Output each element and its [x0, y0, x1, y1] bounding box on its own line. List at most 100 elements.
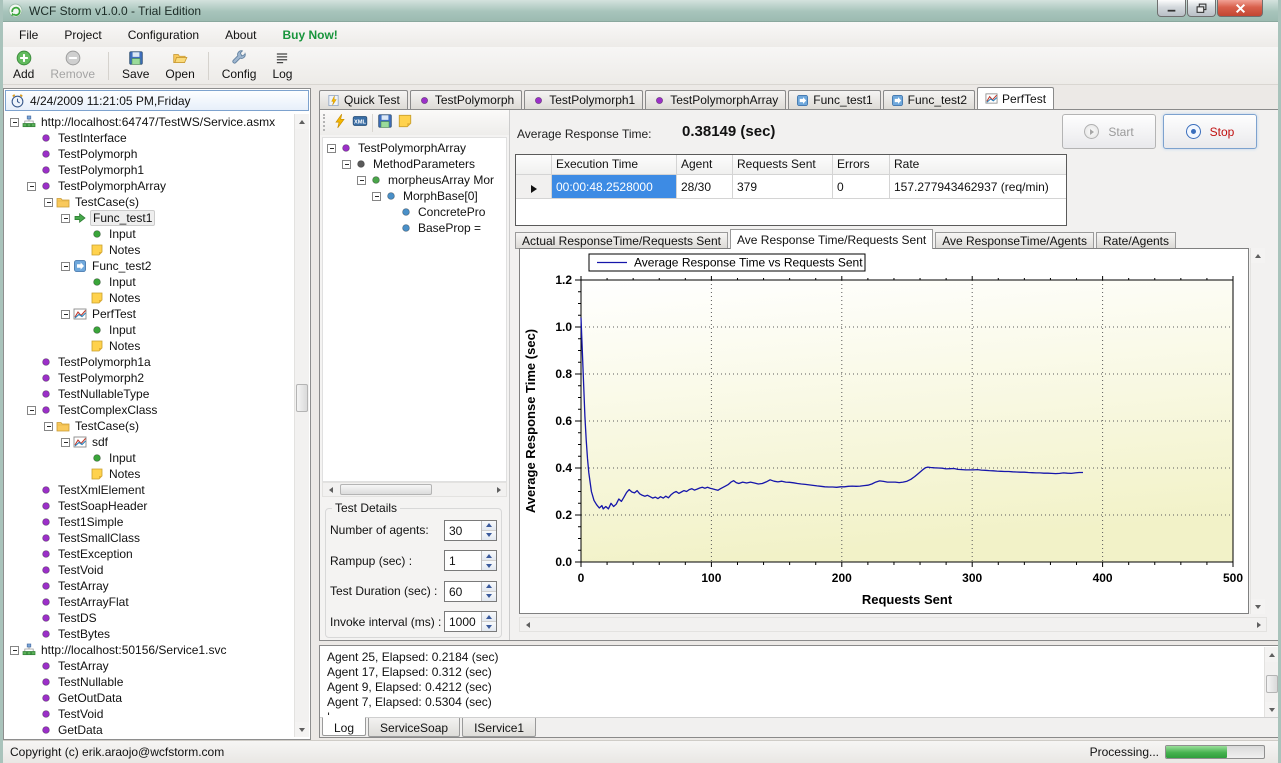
- tree-item-testsoapheader[interactable]: TestSoapHeader: [6, 498, 293, 514]
- number-of-agents-input[interactable]: 30: [444, 520, 497, 541]
- log-scrollbar[interactable]: [1264, 647, 1279, 717]
- scroll-right-icon[interactable]: [491, 483, 506, 496]
- grid-column-header-agent[interactable]: Agent: [677, 155, 733, 175]
- scroll-thumb[interactable]: [340, 484, 432, 495]
- save-button[interactable]: [377, 113, 393, 132]
- tree-expander-icon[interactable]: [27, 182, 36, 191]
- invoke-interval-ms-input[interactable]: 1000: [444, 611, 497, 632]
- grid-column-header-requests-sent[interactable]: Requests Sent: [733, 155, 833, 175]
- tree-item-testpolymorph1[interactable]: TestPolymorph1: [6, 162, 293, 178]
- menu-item-configuration[interactable]: Configuration: [115, 24, 212, 46]
- tree-item-testcase-s[interactable]: TestCase(s): [6, 194, 293, 210]
- tree-expander-icon[interactable]: [61, 438, 70, 447]
- menu-item-about[interactable]: About: [212, 24, 269, 46]
- log-tab-iservice1[interactable]: IService1: [462, 718, 536, 737]
- scroll-up-icon[interactable]: [1251, 248, 1265, 263]
- tree-item-http-localhost-50156-service1-svc[interactable]: http://localhost:50156/Service1.svc: [6, 642, 293, 658]
- scroll-up-icon[interactable]: [295, 114, 309, 129]
- grid-cell[interactable]: 157.277943462937 (req/min): [890, 175, 1067, 199]
- grid-cell[interactable]: 00:00:48.2528000: [552, 175, 677, 199]
- tree-item-testnullable[interactable]: TestNullable: [6, 674, 293, 690]
- log-output[interactable]: Agent 25, Elapsed: 0.2184 (sec)Agent 17,…: [327, 650, 1260, 715]
- grid-cell[interactable]: 28/30: [677, 175, 733, 199]
- menu-item-file[interactable]: File: [6, 24, 51, 46]
- tree-expander-icon[interactable]: [357, 176, 366, 185]
- add-button[interactable]: Add: [5, 49, 42, 82]
- chart-tab-ave-responsetime-agents[interactable]: Ave ResponseTime/Agents: [935, 232, 1094, 249]
- tree-item-morpheusarray-mor[interactable]: morpheusArray Mor: [323, 172, 506, 188]
- notes-button[interactable]: [397, 113, 413, 132]
- tree-item-testpolymorpharray[interactable]: TestPolymorphArray: [6, 178, 293, 194]
- tree-item-testcase-s[interactable]: TestCase(s): [6, 418, 293, 434]
- tree-expander-icon[interactable]: [10, 646, 19, 655]
- tree-expander-icon[interactable]: [44, 198, 53, 207]
- tree-item-methodparameters[interactable]: MethodParameters: [323, 156, 506, 172]
- tree-item-testarrayflat[interactable]: TestArrayFlat: [6, 594, 293, 610]
- remove-button[interactable]: Remove: [42, 49, 103, 82]
- tree-item-input[interactable]: Input: [6, 322, 293, 338]
- tree-expander-icon[interactable]: [372, 192, 381, 201]
- tree-item-testexception[interactable]: TestException: [6, 546, 293, 562]
- tree-item-morphbase-0[interactable]: MorphBase[0]: [323, 188, 506, 204]
- stop-button[interactable]: Stop: [1163, 114, 1257, 149]
- close-button[interactable]: [1217, 0, 1263, 17]
- open-button[interactable]: Open: [157, 49, 202, 82]
- grid-column-header-errors[interactable]: Errors: [833, 155, 890, 175]
- scroll-down-icon[interactable]: [1265, 702, 1279, 717]
- tree-item-testpolymorpharray[interactable]: TestPolymorphArray: [323, 140, 506, 156]
- scroll-down-icon[interactable]: [295, 722, 309, 737]
- tree-expander-icon[interactable]: [342, 160, 351, 169]
- restore-button[interactable]: [1187, 0, 1216, 17]
- rampup-sec-input[interactable]: 1: [444, 550, 497, 571]
- spin-up-button[interactable]: [482, 551, 496, 560]
- chart-tab-rate-agents[interactable]: Rate/Agents: [1096, 232, 1176, 249]
- tab-quick-test[interactable]: Quick Test: [319, 90, 408, 109]
- tree-item-input[interactable]: Input: [6, 226, 293, 242]
- tree-item-testcomplexclass[interactable]: TestComplexClass: [6, 402, 293, 418]
- scroll-up-icon[interactable]: [1265, 647, 1279, 662]
- chart-hscrollbar[interactable]: [519, 617, 1267, 632]
- scroll-down-icon[interactable]: [1251, 599, 1265, 614]
- grid-data-row[interactable]: 00:00:48.252800028/303790157.27794346293…: [516, 175, 1066, 199]
- tree-item-testvoid[interactable]: TestVoid: [6, 706, 293, 722]
- tree-item-notes[interactable]: Notes: [6, 290, 293, 306]
- tree-item-func-test1[interactable]: Func_test1: [6, 210, 293, 226]
- test-duration-sec-input[interactable]: 60: [444, 581, 497, 602]
- chart-tab-actual-responsetime-requests-sent[interactable]: Actual ResponseTime/Requests Sent: [515, 232, 728, 249]
- chart-vscrollbar[interactable]: [1250, 248, 1265, 614]
- spin-down-button[interactable]: [482, 591, 496, 601]
- tab-func-test2[interactable]: Func_test2: [883, 90, 975, 109]
- scroll-thumb[interactable]: [296, 384, 308, 412]
- tree-item-testds[interactable]: TestDS: [6, 610, 293, 626]
- lightning-button[interactable]: [332, 113, 348, 132]
- tree-item-notes[interactable]: Notes: [6, 338, 293, 354]
- tree-expander-icon[interactable]: [27, 406, 36, 415]
- chart-tab-ave-response-time-requests-sent[interactable]: Ave Response Time/Requests Sent: [730, 229, 933, 249]
- save-button[interactable]: Save: [114, 49, 157, 82]
- scroll-right-icon[interactable]: [1251, 618, 1266, 631]
- config-button[interactable]: Config: [214, 49, 265, 82]
- tree-item-testarray[interactable]: TestArray: [6, 578, 293, 594]
- spin-up-button[interactable]: [482, 612, 496, 621]
- menu-item-project[interactable]: Project: [51, 24, 114, 46]
- tree-item-baseprop[interactable]: BaseProp =: [323, 220, 506, 236]
- log-button[interactable]: Log: [264, 49, 300, 82]
- tree-item-testvoid[interactable]: TestVoid: [6, 562, 293, 578]
- tree-item-testarray[interactable]: TestArray: [6, 658, 293, 674]
- grid-cell[interactable]: 0: [833, 175, 890, 199]
- log-tab-servicesoap[interactable]: ServiceSoap: [368, 718, 460, 737]
- tree-item-testinterface[interactable]: TestInterface: [6, 130, 293, 146]
- tree-item-concretepro[interactable]: ConcretePro: [323, 204, 506, 220]
- scroll-left-icon[interactable]: [520, 618, 535, 631]
- grid-column-header-execution-time[interactable]: Execution Time: [552, 155, 677, 175]
- tree-expander-icon[interactable]: [61, 214, 70, 223]
- tab-testpolymorph1[interactable]: TestPolymorph1: [524, 90, 643, 109]
- log-tab-log[interactable]: Log: [322, 717, 366, 736]
- tree-item-input[interactable]: Input: [6, 274, 293, 290]
- scroll-thumb[interactable]: [1266, 675, 1278, 693]
- tree-expander-icon[interactable]: [327, 144, 336, 153]
- tree-item-testxmlelement[interactable]: TestXmlElement: [6, 482, 293, 498]
- tree-item-perftest[interactable]: PerfTest: [6, 306, 293, 322]
- tab-testpolymorpharray[interactable]: TestPolymorphArray: [645, 90, 786, 109]
- tree-item-test1simple[interactable]: Test1Simple: [6, 514, 293, 530]
